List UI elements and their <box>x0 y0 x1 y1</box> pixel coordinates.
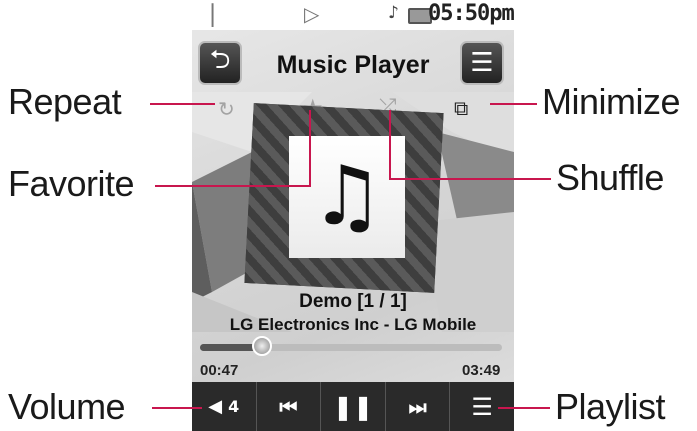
previous-track-icon: ⏮ <box>279 394 298 419</box>
status-bar: ▕ ▷ ♪ 05:50pm <box>192 0 514 30</box>
total-time: 03:49 <box>462 362 501 379</box>
music-player-screen: ▕ ▷ ♪ 05:50pm ⮌ Music Player ☰ ↻ ★ ⤮ ⧉ ♫… <box>192 0 514 431</box>
control-bar: ◀ 4 ⏮ ❚❚ ⏭ ☰ <box>192 382 514 431</box>
annotation-minimize: Minimize <box>542 81 681 122</box>
page-title: Music Player <box>276 51 430 79</box>
music-note-icon: ♪ <box>388 3 399 23</box>
annotation-shuffle: Shuffle <box>556 157 664 198</box>
previous-track-button[interactable]: ⏮ <box>257 382 322 431</box>
progress-knob[interactable] <box>251 336 272 356</box>
leader-line-favorite-vertical <box>309 110 311 187</box>
playlist-icon: ☰ <box>471 392 493 421</box>
progress-track[interactable] <box>200 344 502 351</box>
pause-icon: ❚❚ <box>332 392 374 421</box>
volume-level: 4 <box>228 397 240 416</box>
menu-icon: ☰ <box>470 48 494 78</box>
next-track-button[interactable]: ⏭ <box>386 382 451 431</box>
annotation-volume: Volume <box>8 386 126 427</box>
back-arrow-icon: ⮌ <box>209 45 231 75</box>
music-note-icon: ♫ <box>310 149 384 244</box>
repeat-icon[interactable]: ↻ <box>218 97 235 121</box>
pause-button[interactable]: ❚❚ <box>321 382 386 431</box>
header: ⮌ Music Player ☰ <box>192 30 514 92</box>
minimize-icon[interactable]: ⧉ <box>454 96 468 120</box>
elapsed-time: 00:47 <box>200 362 239 379</box>
leader-line-volume <box>152 407 202 409</box>
leader-line-favorite <box>155 185 310 187</box>
leader-line-playlist <box>498 407 550 409</box>
annotation-playlist: Playlist <box>555 386 666 427</box>
status-time: 05:50pm <box>428 1 514 26</box>
leader-line-shuffle <box>390 178 551 180</box>
play-status-icon: ▷ <box>304 2 320 26</box>
album-art: ♫ <box>289 136 405 258</box>
song-title: Demo [1 / 1] <box>299 291 407 312</box>
leader-line-minimize <box>490 103 537 105</box>
back-button[interactable]: ⮌ <box>198 41 242 85</box>
signal-icon: ▕ <box>198 3 214 27</box>
annotation-repeat: Repeat <box>8 81 122 122</box>
next-track-icon: ⏭ <box>408 394 427 419</box>
leader-line-repeat <box>150 103 215 105</box>
leader-line-shuffle-vertical <box>389 110 391 180</box>
artist-name: LG Electronics Inc - LG Mobile <box>229 315 477 334</box>
annotation-favorite: Favorite <box>8 163 135 204</box>
menu-button[interactable]: ☰ <box>460 41 504 85</box>
speaker-icon: ◀ <box>208 396 223 417</box>
